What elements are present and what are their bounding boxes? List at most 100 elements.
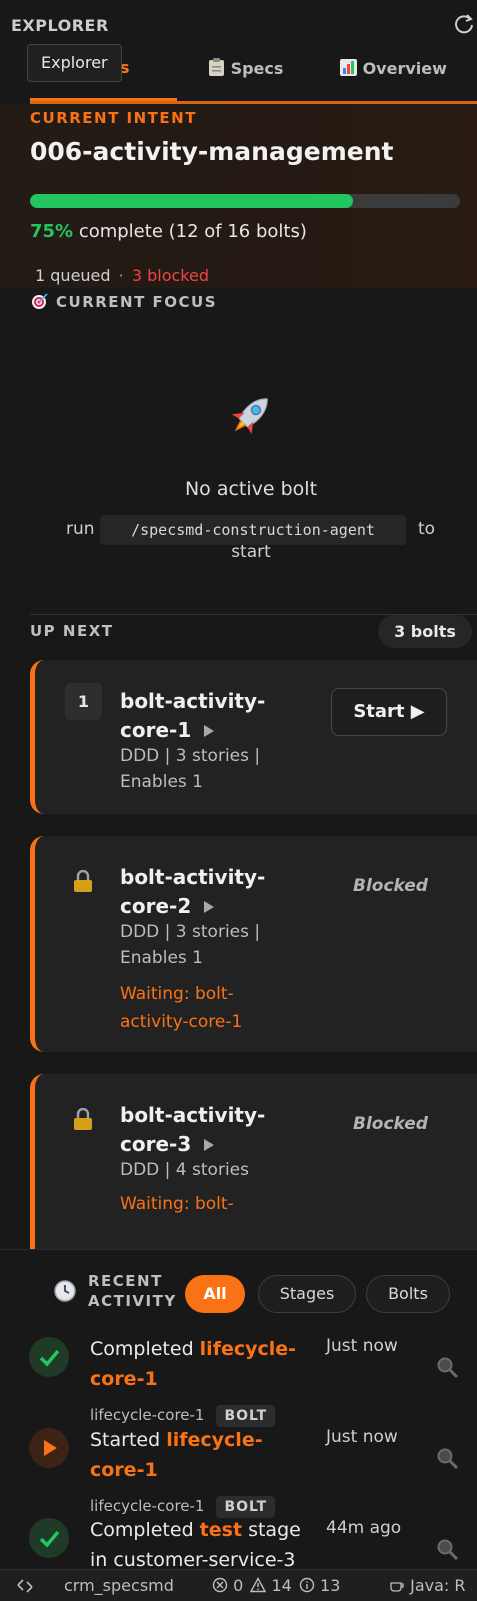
progress-fill (30, 194, 353, 208)
activity-target[interactable]: lifecycle- (166, 1429, 262, 1451)
error-icon (212, 1577, 228, 1593)
chart-icon (340, 59, 357, 76)
lock-icon (74, 870, 92, 892)
warning-count: 14 (271, 1576, 292, 1595)
recent-label-line2: ACTIVITY (88, 1292, 177, 1310)
run-suffix: start (231, 542, 271, 562)
activity-text: Started lifecycle- core-1 (90, 1425, 300, 1485)
bolt-meta-line2: Enables 1 (120, 948, 203, 968)
rocket-icon (231, 398, 268, 435)
activity-subtitle: lifecycle-core-1 BOLT (90, 1405, 276, 1427)
bolt-card-1[interactable]: 1 bolt-activity- core-1 DDD | 3 stories … (30, 660, 477, 814)
bolt-meta-line1: DDD | 3 stories | (120, 922, 261, 942)
warning-icon (250, 1577, 267, 1593)
focus-label: CURRENT FOCUS (30, 292, 217, 311)
expand-arrow-icon[interactable] (204, 1139, 214, 1151)
status-bar: crm_specsmd 0 14 13 Java: R (0, 1569, 477, 1601)
refresh-icon[interactable] (453, 12, 475, 36)
explorer-title: EXPLORER (11, 16, 109, 35)
activity-suffix: stage (242, 1519, 301, 1541)
lock-icon (74, 1108, 92, 1130)
bolt-card-3-clip: bolt-activity- core-3 DDD | 4 stories Wa… (30, 1074, 477, 1249)
bolt-waiting-line2: activity-core-1 (120, 1012, 243, 1032)
activity-sub-text: lifecycle-core-1 (90, 1406, 205, 1424)
tab-overview-label: Overview (362, 59, 447, 78)
java-status-text: Java: R (410, 1576, 466, 1595)
search-icon[interactable] (436, 1538, 460, 1562)
bolt-card-3[interactable]: bolt-activity- core-3 DDD | 4 stories Wa… (30, 1074, 477, 1249)
progress-detail: complete (12 of 16 bolts) (73, 221, 307, 242)
bolt-meta-line1: DDD | 3 stories | (120, 746, 261, 766)
empty-state-title: No active bolt (184, 478, 318, 500)
progress-bar (30, 194, 460, 208)
target-icon (32, 293, 48, 309)
bolt-name-line2: core-2 (120, 894, 192, 918)
search-icon[interactable] (436, 1447, 460, 1471)
remote-icon[interactable] (16, 1577, 34, 1595)
activity-type-badge: BOLT (216, 1405, 276, 1427)
bolt-card-name: bolt-activity- core-3 (120, 1101, 300, 1159)
status-problems[interactable]: 0 14 13 (212, 1576, 340, 1595)
blocked-count: 3 blocked (131, 266, 209, 285)
blocked-status: Blocked (353, 876, 428, 896)
status-repo[interactable]: crm_specsmd (64, 1576, 174, 1595)
up-next-count-badge: 3 bolts (378, 615, 472, 648)
activity-target-line2[interactable]: core-1 (90, 1455, 300, 1485)
start-bolt-button[interactable]: Start ▶ (331, 688, 447, 736)
run-instruction: run /specsmd-construction-agent to (66, 515, 435, 545)
status-java[interactable]: Java: R (389, 1576, 465, 1595)
info-icon (299, 1577, 315, 1593)
bolt-card-2[interactable]: bolt-activity- core-2 DDD | 3 stories | … (30, 836, 477, 1052)
started-status-icon (29, 1428, 69, 1468)
expand-arrow-icon[interactable] (204, 725, 214, 737)
activity-item-3-clip: Completed test stage in customer-service… (0, 1515, 477, 1569)
activity-target[interactable]: lifecycle- (200, 1338, 296, 1360)
activity-sub-text: lifecycle-core-1 (90, 1497, 205, 1515)
bolt-card-name: bolt-activity- core-2 (120, 863, 300, 921)
command-snippet[interactable]: /specsmd-construction-agent (100, 515, 406, 545)
run-to: to (418, 519, 436, 539)
recent-label-line1: RECENT (88, 1272, 163, 1290)
completed-status-icon (29, 1518, 69, 1558)
info-count: 13 (320, 1576, 341, 1595)
count-separator: · (118, 266, 124, 285)
explorer-tooltip: Explorer (27, 44, 122, 82)
activity-prefix: Completed (90, 1519, 200, 1541)
search-icon[interactable] (436, 1356, 460, 1380)
bolt-name-line1: bolt-activity- (120, 1103, 266, 1127)
activity-target[interactable]: test (200, 1519, 242, 1541)
bolt-meta-line1: DDD | 4 stories (120, 1160, 249, 1180)
progress-text: 75% complete (12 of 16 bolts) (30, 221, 307, 242)
filter-all[interactable]: All (185, 1275, 245, 1313)
activity-time: Just now (326, 1336, 398, 1356)
focus-label-text: CURRENT FOCUS (56, 293, 218, 311)
bolt-card-name: bolt-activity- core-1 (120, 687, 300, 745)
tab-specs-label: Specs (230, 59, 284, 78)
tab-active-indicator (30, 98, 177, 101)
bolt-name-line2: core-3 (120, 1132, 192, 1156)
completed-status-icon (29, 1337, 69, 1377)
tab-overview[interactable]: Overview (340, 58, 447, 78)
error-count: 0 (233, 1576, 244, 1595)
bolt-card-meta: DDD | 3 stories | Enables 1 (120, 919, 300, 971)
bolt-meta-line2: Enables 1 (120, 772, 203, 792)
run-prefix: run (66, 519, 95, 539)
bolt-card-number: 1 (65, 683, 102, 720)
filter-stages[interactable]: Stages (258, 1275, 356, 1313)
queued-count: 1 queued (35, 266, 111, 285)
activity-text: Completed lifecycle- core-1 (90, 1334, 300, 1394)
filter-bolts[interactable]: Bolts (366, 1275, 450, 1313)
expand-arrow-icon[interactable] (204, 901, 214, 913)
activity-time: Just now (326, 1427, 398, 1447)
bolt-waiting-text: Waiting: bolt- activity-core-1 (120, 980, 300, 1036)
activity-time: 44m ago (326, 1518, 402, 1538)
blocked-status: Blocked (353, 1114, 428, 1134)
intent-label: CURRENT INTENT (30, 109, 197, 127)
bolt-name-line1: bolt-activity- (120, 865, 266, 889)
recent-activity-label: RECENT ACTIVITY (88, 1271, 177, 1311)
bolt-name-line2: core-1 (120, 718, 192, 742)
bolt-counts: 1 queued · 3 blocked (35, 266, 209, 285)
activity-target-line2[interactable]: core-1 (90, 1364, 300, 1394)
tab-specs[interactable]: Specs (208, 58, 283, 78)
up-next-label: UP NEXT (30, 622, 114, 640)
